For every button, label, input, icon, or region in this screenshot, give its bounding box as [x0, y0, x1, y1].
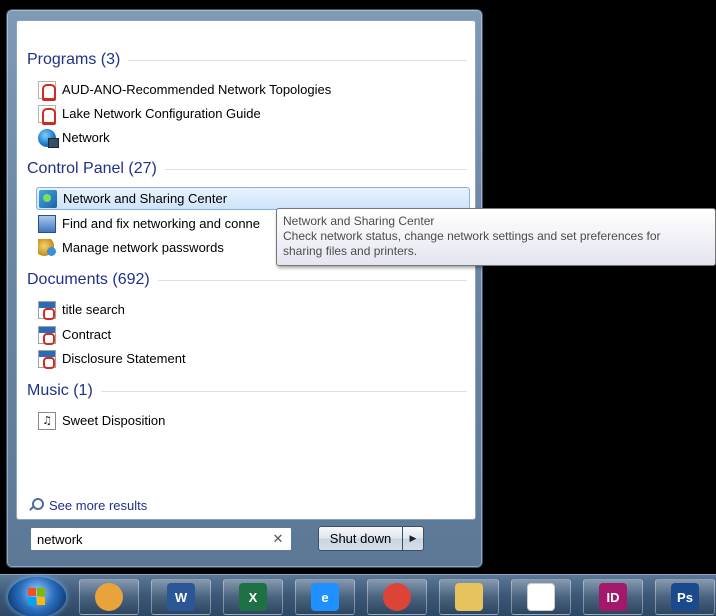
divider — [128, 59, 467, 61]
divider — [100, 390, 467, 392]
group-header-control-panel[interactable]: Control Panel (27) — [27, 158, 467, 180]
acrobat-icon — [527, 583, 555, 611]
taskbar-button-indesign[interactable]: ID — [583, 579, 643, 615]
excel-icon: X — [239, 583, 267, 611]
pdf-icon — [38, 104, 56, 125]
taskbar-button-chrome[interactable] — [367, 579, 427, 615]
see-more-results-label: See more results — [49, 497, 148, 513]
taskbar-button-internet-explorer[interactable]: e — [295, 579, 355, 615]
taskbar-button-word[interactable]: W — [151, 579, 211, 615]
taskbar-button-acrobat[interactable] — [511, 579, 571, 615]
outlook-icon — [95, 583, 123, 611]
arrow-right-icon: ▶ — [409, 533, 417, 544]
group-header-label: Control Panel (27) — [27, 160, 157, 177]
result-item-network-sharing-center[interactable]: Network and Sharing Center — [36, 187, 470, 210]
internet-explorer-icon: e — [311, 583, 339, 611]
divider — [164, 168, 467, 170]
result-item-label: Disclosure Statement — [62, 351, 186, 366]
group-header-documents[interactable]: Documents (692) — [27, 269, 467, 291]
search-icon — [29, 498, 44, 512]
taskbar-button-outlook[interactable] — [79, 579, 139, 615]
result-item-label: Network and Sharing Center — [63, 191, 228, 206]
globe-network-icon — [38, 128, 59, 148]
taskbar-button-photoshop[interactable]: Ps — [655, 579, 715, 615]
result-item-sweet-disposition[interactable]: ♫ Sweet Disposition — [38, 409, 472, 432]
shut-down-button[interactable]: Shut down — [318, 526, 402, 551]
result-item-title-search[interactable]: title search — [38, 298, 472, 321]
result-item-label: Lake Network Configuration Guide — [62, 106, 261, 121]
result-item-recommended-topologies[interactable]: AUD-ANO-Recommended Network Topologies — [38, 78, 472, 101]
result-item-label: Find and fix networking and conne — [62, 216, 261, 231]
result-item-label: AUD-ANO-Recommended Network Topologies — [62, 82, 332, 97]
tooltip-title: Network and Sharing Center — [283, 214, 435, 228]
taskbar: W Xe ID Ps — [0, 574, 716, 616]
pdf-icon — [38, 80, 56, 101]
divider — [157, 279, 467, 281]
music-file-icon: ♫ — [38, 411, 56, 430]
result-item-label: Network — [62, 130, 110, 145]
result-item-disclosure-statement[interactable]: Disclosure Statement — [38, 347, 472, 370]
tooltip: Network and Sharing Center Check network… — [276, 208, 716, 266]
search-box[interactable]: ✕ — [30, 527, 292, 551]
chrome-icon — [383, 583, 411, 611]
result-item-configuration-guide[interactable]: Lake Network Configuration Guide — [38, 102, 472, 125]
photoshop-icon: Ps — [671, 583, 699, 611]
troubleshoot-network-icon — [38, 214, 56, 233]
group-header-label: Programs (3) — [27, 51, 121, 68]
windows-flag-icon — [28, 588, 46, 606]
group-header-label: Music (1) — [27, 382, 93, 399]
search-input[interactable] — [37, 531, 271, 547]
result-item-contract[interactable]: Contract — [38, 323, 472, 346]
credential-manager-icon — [38, 238, 56, 257]
see-more-results-link[interactable]: See more results — [29, 495, 147, 515]
group-header-programs[interactable]: Programs (3) — [27, 49, 467, 71]
shutdown-options-button[interactable]: ▶ — [402, 526, 424, 551]
result-item-label: Contract — [62, 327, 112, 342]
pdf-document-icon — [38, 325, 56, 345]
word-icon: W — [167, 583, 195, 611]
start-menu: Programs (3) AUD-ANO-Recommended Network… — [6, 9, 483, 568]
result-item-label: Manage network passwords — [62, 240, 224, 255]
result-item-label: title search — [62, 302, 125, 317]
pdf-document-icon — [38, 349, 56, 369]
tooltip-description-line2: sharing files and printers. — [283, 244, 418, 258]
windows-start-orb-icon[interactable] — [8, 577, 66, 616]
taskbar-button-file-explorer[interactable] — [439, 579, 499, 615]
group-header-label: Documents (692) — [27, 271, 150, 288]
clear-icon[interactable]: ✕ — [271, 532, 285, 547]
search-results-pane: Programs (3) AUD-ANO-Recommended Network… — [16, 20, 476, 520]
tooltip-description-line1: Check network status, change network set… — [283, 229, 661, 243]
file-explorer-icon — [455, 583, 483, 611]
result-item-label: Sweet Disposition — [62, 413, 166, 428]
taskbar-button-excel[interactable]: X — [223, 579, 283, 615]
network-sharing-center-icon — [39, 189, 57, 208]
pdf-document-icon — [38, 300, 56, 320]
indesign-icon: ID — [599, 583, 627, 611]
desktop: Programs (3) AUD-ANO-Recommended Network… — [0, 0, 716, 616]
shutdown-control: Shut down ▶ — [318, 526, 424, 551]
result-item-network[interactable]: Network — [38, 126, 472, 149]
group-header-music[interactable]: Music (1) — [27, 380, 467, 402]
